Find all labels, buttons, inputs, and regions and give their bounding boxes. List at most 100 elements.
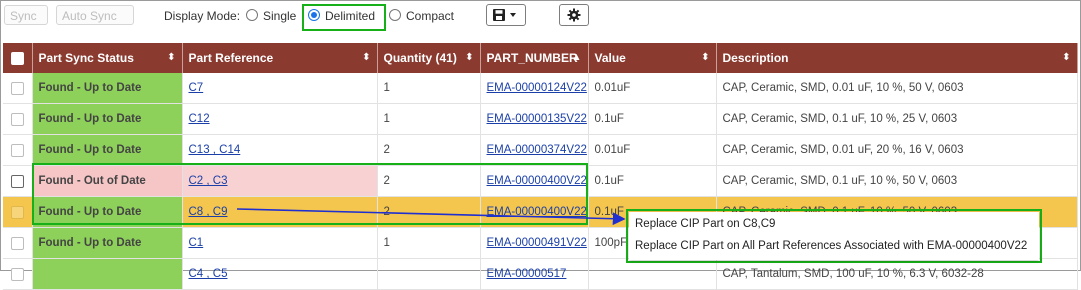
status-cell: Found - Up to Date	[32, 196, 183, 228]
reference-cell: C4 , C5	[182, 258, 378, 290]
col-status-label: Part Sync Status	[38, 51, 134, 65]
reference-link[interactable]: C2 , C3	[189, 175, 228, 187]
col-description-label: Description	[722, 51, 789, 65]
reference-link[interactable]: C13 , C14	[189, 144, 241, 156]
part-number-cell: EMA-00000491V22	[480, 227, 589, 259]
table-row[interactable]: Found - Out of Date C2 , C3 2 EMA-000004…	[3, 165, 1078, 197]
toolbar: Sync Auto Sync Display Mode: Single Deli…	[4, 4, 1074, 31]
part-number-link[interactable]: EMA-00000400V22	[487, 175, 587, 187]
reference-cell: C13 , C14	[182, 134, 378, 166]
settings-button[interactable]	[559, 4, 589, 26]
menu-item-replace-all[interactable]: Replace CIP Part on All Part References …	[635, 240, 1027, 252]
part-number-cell: EMA-00000124V22	[480, 73, 589, 104]
col-header-description[interactable]: Description ⬍	[716, 43, 1078, 73]
quantity-cell: 1	[377, 103, 481, 135]
part-number-link[interactable]: EMA-00000124V22	[487, 82, 587, 94]
row-select-cell	[3, 196, 33, 228]
part-number-link[interactable]: EMA-00000517	[487, 268, 567, 280]
col-quantity-label: Quantity (41)	[383, 51, 457, 65]
quantity-cell: 1	[377, 227, 481, 259]
table-row[interactable]: C4 , C5 EMA-00000517 CAP, Tantalum, SMD,…	[3, 258, 1078, 290]
col-header-status[interactable]: Part Sync Status ⬍	[32, 43, 183, 73]
description-cell: CAP, Ceramic, SMD, 0.01 uF, 20 %, 16 V, …	[716, 134, 1078, 166]
sort-icon: ⬍	[167, 52, 176, 63]
status-cell: Found - Out of Date	[32, 165, 183, 197]
table-header-row: Part Sync Status ⬍ Part Reference ⬍ Quanti…	[3, 43, 1078, 73]
menu-item-replace-selected[interactable]: Replace CIP Part on C8,C9	[635, 218, 775, 230]
sort-icon: ⬍	[1062, 52, 1071, 63]
value-cell	[588, 258, 717, 290]
quantity-cell: 1	[377, 73, 481, 104]
row-select-cell	[3, 258, 33, 290]
row-checkbox[interactable]	[10, 112, 24, 126]
row-checkbox[interactable]	[10, 236, 24, 250]
status-cell	[32, 258, 183, 290]
part-number-cell: EMA-00000374V22	[480, 134, 589, 166]
col-header-part-number[interactable]: PART_NUMBER ▲	[480, 43, 589, 73]
quantity-cell: 2	[377, 165, 481, 197]
row-checkbox[interactable]	[10, 267, 24, 281]
row-select-cell	[3, 134, 33, 166]
select-all-cell	[3, 43, 33, 73]
reference-link[interactable]: C1	[189, 237, 204, 249]
reference-cell: C12	[182, 103, 378, 135]
value-cell: 0.1uF	[588, 103, 717, 135]
description-cell: CAP, Ceramic, SMD, 0.1 uF, 10 %, 50 V, 0…	[716, 165, 1078, 197]
auto-sync-button[interactable]: Auto Sync	[56, 5, 134, 25]
col-header-reference[interactable]: Part Reference ⬍	[182, 43, 378, 73]
part-number-link[interactable]: EMA-00000491V22	[487, 237, 587, 249]
table-row[interactable]: Found - Up to Date C12 1 EMA-00000135V22…	[3, 103, 1078, 135]
part-number-link[interactable]: EMA-00000400V22	[487, 206, 587, 218]
part-number-cell: EMA-00000135V22	[480, 103, 589, 135]
reference-link[interactable]: C7	[189, 82, 204, 94]
sort-asc-icon: ▲	[571, 52, 582, 63]
reference-cell: C8 , C9	[182, 196, 378, 228]
save-icon	[493, 9, 516, 21]
status-cell: Found - Up to Date	[32, 227, 183, 259]
part-number-link[interactable]: EMA-00000135V22	[487, 113, 587, 125]
select-all-checkbox[interactable]	[10, 52, 24, 66]
sort-icon: ⬍	[465, 52, 474, 63]
sync-button[interactable]: Sync	[4, 5, 48, 25]
radio-compact[interactable]	[389, 9, 401, 21]
value-cell: 0.01uF	[588, 134, 717, 166]
description-cell: CAP, Ceramic, SMD, 0.01 uF, 10 %, 50 V, …	[716, 73, 1078, 104]
reference-cell: C2 , C3	[182, 165, 378, 197]
delimited-highlight-box	[302, 4, 386, 31]
row-checkbox[interactable]	[10, 205, 24, 219]
row-checkbox[interactable]	[10, 81, 24, 95]
reference-link[interactable]: C4 , C5	[189, 268, 228, 280]
save-dropdown-button[interactable]	[486, 4, 526, 26]
part-number-link[interactable]: EMA-00000374V22	[487, 144, 587, 156]
col-header-value[interactable]: Value ⬍	[588, 43, 717, 73]
radio-single[interactable]	[246, 9, 258, 21]
reference-link[interactable]: C8 , C9	[189, 206, 228, 218]
sort-icon: ⬍	[362, 52, 371, 63]
context-menu: Replace CIP Part on C8,C9 Replace CIP Pa…	[629, 212, 1039, 260]
row-checkbox[interactable]	[10, 143, 24, 157]
status-cell: Found - Up to Date	[32, 103, 183, 135]
description-cell: CAP, Tantalum, SMD, 100 uF, 10 %, 6.3 V,…	[716, 258, 1078, 290]
col-part-number-label: PART_NUMBER	[486, 51, 578, 65]
col-header-quantity[interactable]: Quantity (41) ⬍	[377, 43, 481, 73]
row-select-cell	[3, 73, 33, 104]
reference-cell: C7	[182, 73, 378, 104]
radio-single-label: Single	[263, 9, 297, 23]
description-cell: CAP, Ceramic, SMD, 0.1 uF, 10 %, 25 V, 0…	[716, 103, 1078, 135]
part-number-cell: EMA-00000400V22	[480, 196, 589, 228]
col-reference-label: Part Reference	[188, 51, 274, 65]
part-number-cell: EMA-00000400V22	[480, 165, 589, 197]
table-row[interactable]: Found - Up to Date C13 , C14 2 EMA-00000…	[3, 134, 1078, 166]
row-select-cell	[3, 227, 33, 259]
quantity-cell: 2	[377, 196, 481, 228]
value-cell: 0.01uF	[588, 73, 717, 104]
part-number-cell: EMA-00000517	[480, 258, 589, 290]
reference-link[interactable]: C12	[189, 113, 210, 125]
row-select-cell	[3, 103, 33, 135]
row-checkbox[interactable]	[10, 174, 24, 188]
display-mode-label: Display Mode:	[164, 9, 241, 23]
sort-icon: ⬍	[701, 52, 710, 63]
table-row[interactable]: Found - Up to Date C7 1 EMA-00000124V22 …	[3, 73, 1078, 104]
radio-compact-label: Compact	[406, 9, 455, 23]
gear-icon	[567, 8, 581, 22]
